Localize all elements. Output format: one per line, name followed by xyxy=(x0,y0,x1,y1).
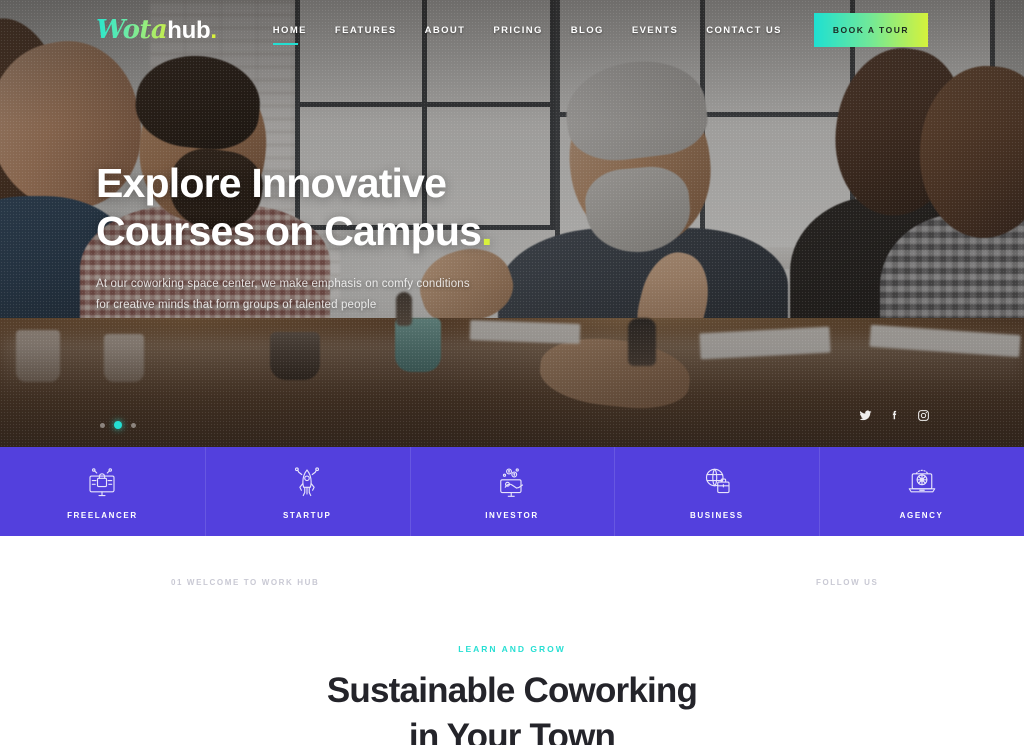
section-title-line-1: Sustainable Coworking xyxy=(326,671,698,710)
hero-title-dot: . xyxy=(481,207,492,254)
landing-page: Wota hub. HOME FEATURES ABOUT PRICING BLO… xyxy=(0,0,1024,745)
hero-slider-dots xyxy=(100,421,136,429)
nav-item-contact-us[interactable]: CONTACT US xyxy=(692,25,796,36)
laptop-gear-icon xyxy=(904,463,940,501)
section-eyebrow: LEARN AND GROW xyxy=(458,644,566,654)
hero-title-line-2: Courses on Campus xyxy=(96,207,482,254)
nav-item-about[interactable]: ABOUT xyxy=(411,25,480,36)
follow-us-side-label: FOLLOW US xyxy=(816,578,879,587)
monitor-briefcase-icon xyxy=(84,463,120,501)
logo[interactable]: Wota hub. xyxy=(96,17,217,43)
feature-label-freelancer: FREELANCER xyxy=(67,511,138,520)
hero-subtitle-line-2: for creative minds that form groups of t… xyxy=(96,299,377,312)
nav-item-features[interactable]: FEATURES xyxy=(321,25,411,36)
twitter-icon[interactable] xyxy=(859,409,872,422)
hero-title: Explore Innovative Courses on Campus. xyxy=(96,160,492,256)
feature-item-investor[interactable]: INVESTOR xyxy=(409,447,615,536)
section-title: Sustainable Coworking in Your Town xyxy=(0,668,1024,745)
slider-dot-3[interactable] xyxy=(131,422,136,428)
feature-item-agency[interactable]: AGENCY xyxy=(819,447,1024,536)
hero-subtitle: At our coworking space center, we make e… xyxy=(96,274,492,317)
logo-accent-text: Wota xyxy=(96,15,168,45)
feature-item-business[interactable]: BUSINESS xyxy=(614,447,819,536)
hero-subtitle-line-1: At our coworking space center, we make e… xyxy=(96,277,470,290)
welcome-side-label: 01 WELCOME TO WORK HUB xyxy=(171,578,320,587)
globe-briefcase-icon xyxy=(699,463,735,501)
nav-item-blog[interactable]: BLOG xyxy=(557,25,618,36)
feature-label-investor: INVESTOR xyxy=(485,511,539,520)
facebook-icon[interactable] xyxy=(888,409,901,422)
site-header: Wota hub. HOME FEATURES ABOUT PRICING BLO… xyxy=(0,0,1024,60)
category-feature-bar: FREELANCER STARTUP INVESTOR BUSINESS AGE… xyxy=(0,447,1024,536)
section-title-line-2: in Your Town xyxy=(408,716,616,745)
nav-item-events[interactable]: EVENTS xyxy=(618,25,692,36)
feature-label-startup: STARTUP xyxy=(283,511,332,520)
rocket-icon xyxy=(289,463,325,501)
slider-dot-1[interactable] xyxy=(100,422,105,428)
instagram-icon[interactable] xyxy=(917,409,930,422)
nav-item-pricing[interactable]: PRICING xyxy=(479,25,556,36)
logo-main-text: hub xyxy=(167,17,211,44)
monitor-coins-icon xyxy=(494,463,530,501)
slider-dot-2-active[interactable] xyxy=(114,421,122,429)
book-a-tour-button[interactable]: BOOK A TOUR xyxy=(813,13,928,47)
main-navigation: HOME FEATURES ABOUT PRICING BLOG EVENTS … xyxy=(259,25,796,45)
feature-label-business: BUSINESS xyxy=(689,511,744,520)
feature-label-agency: AGENCY xyxy=(899,511,944,520)
hero-content: Explore Innovative Courses on Campus. At… xyxy=(96,160,492,316)
nav-item-home[interactable]: HOME xyxy=(259,25,321,45)
hero-social-links xyxy=(859,409,930,422)
hero-title-line-1: Explore Innovative xyxy=(96,160,447,206)
logo-dot: . xyxy=(210,17,218,44)
feature-item-startup[interactable]: STARTUP xyxy=(204,447,410,536)
feature-item-freelancer[interactable]: FREELANCER xyxy=(0,447,205,536)
